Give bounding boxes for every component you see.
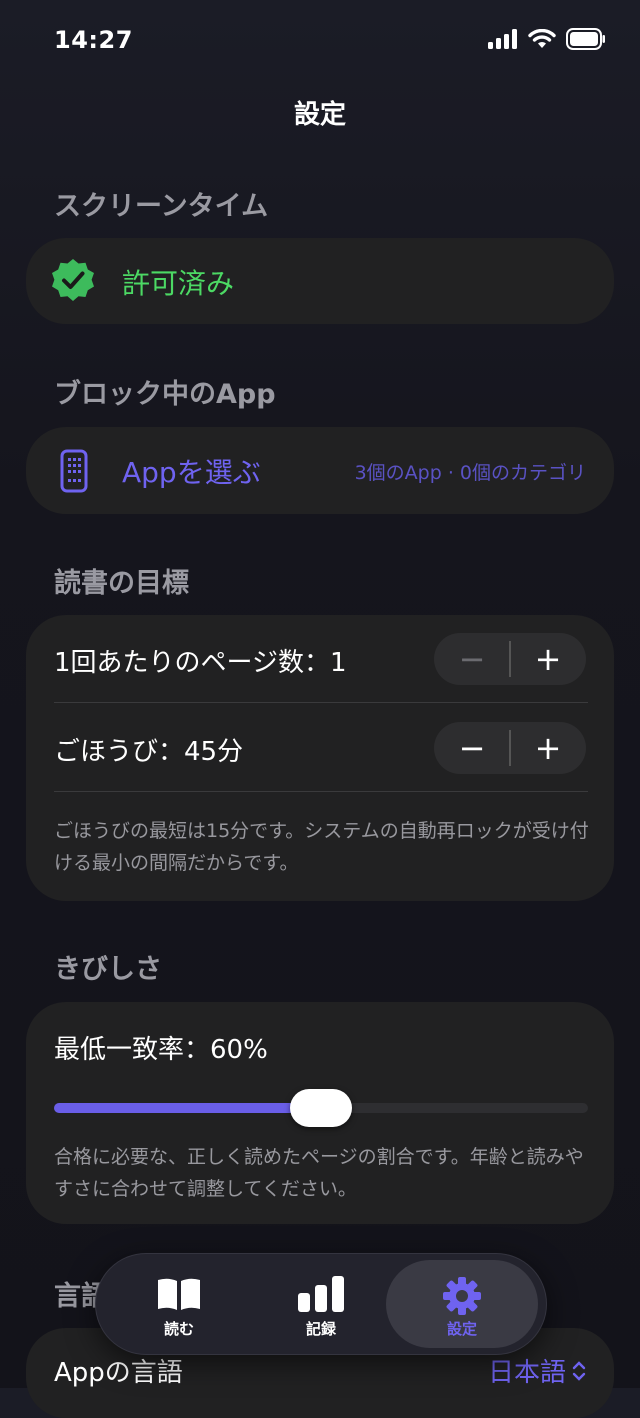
min-match-label: 最低一致率：60% [54, 1035, 268, 1065]
battery-icon [566, 28, 605, 50]
reward-stepper: − + [434, 722, 586, 774]
language-value: 日本語 [487, 1358, 566, 1388]
language-picker[interactable]: 日本語 [488, 1352, 586, 1389]
reward-label: ごほうび：45分 [54, 737, 244, 767]
screen-time-heading: スクリーンタイム [54, 191, 269, 222]
reward-decrement-button[interactable]: − [434, 722, 510, 774]
strictness-heading: きびしさ [54, 954, 162, 985]
tab-read[interactable]: 読む [104, 1260, 254, 1348]
pages-per-session-label: 1回あたりのページ数：1 [54, 648, 347, 678]
status-time: 14:27 [54, 26, 133, 54]
tab-settings-label: 設定 [446, 1320, 477, 1338]
screen-time-status: 許可済み [122, 267, 235, 300]
choose-apps-button[interactable]: Appを選ぶ 3個のApp · 0個のカテゴリ [26, 427, 614, 514]
status-bar: 14:27 [0, 0, 640, 80]
book-icon [158, 1278, 200, 1310]
gear-icon [443, 1277, 481, 1315]
tab-settings[interactable]: 設定 [386, 1260, 538, 1348]
reward-increment-button[interactable]: + [510, 722, 586, 774]
tab-bar: 読む 記録 設定 [96, 1254, 546, 1354]
tab-history[interactable]: 記録 [246, 1260, 396, 1348]
phone-grid-icon [60, 449, 88, 493]
reading-goal-heading: 読書の目標 [54, 568, 189, 599]
status-icons [488, 28, 606, 50]
cellular-signal-icon [488, 29, 517, 49]
pages-stepper: − + [434, 633, 586, 685]
tab-history-label: 記録 [305, 1320, 336, 1338]
reading-goal-card: 1回あたりのページ数：1 − + ごほうび：45分 − + ごほうびの最短は15… [26, 615, 614, 901]
tab-read-label: 読む [163, 1320, 194, 1338]
chevron-up-down-icon [572, 1360, 586, 1381]
screen-time-card: 許可済み [26, 238, 614, 324]
app-language-label: Appの言語 [54, 1358, 183, 1388]
pages-decrement-button[interactable]: − [434, 633, 510, 685]
reward-note: ごほうびの最短は15分です。システムの自動再ロックが受け付ける最小の間隔だからで… [54, 820, 589, 874]
row-divider [54, 791, 588, 792]
blocked-summary: 3個のApp · 0個のカテゴリ [354, 462, 586, 484]
verified-badge-icon [52, 259, 94, 301]
row-divider [54, 702, 588, 703]
chart-bars-icon [298, 1276, 344, 1312]
page-title: 設定 [293, 100, 346, 130]
wifi-icon [528, 29, 556, 48]
choose-apps-label: Appを選ぶ [122, 456, 261, 489]
pages-increment-button[interactable]: + [510, 633, 586, 685]
min-match-slider[interactable] [54, 1089, 588, 1127]
slider-fill [54, 1103, 321, 1113]
blocked-apps-heading: ブロック中のApp [54, 379, 276, 410]
slider-thumb[interactable] [290, 1089, 352, 1127]
strictness-note: 合格に必要な、正しく読めたページの割合です。年齢と読みやすさに合わせて調整してく… [54, 1146, 584, 1200]
strictness-card: 最低一致率：60% 合格に必要な、正しく読めたページの割合です。年齢と読みやすさ… [26, 1002, 614, 1224]
